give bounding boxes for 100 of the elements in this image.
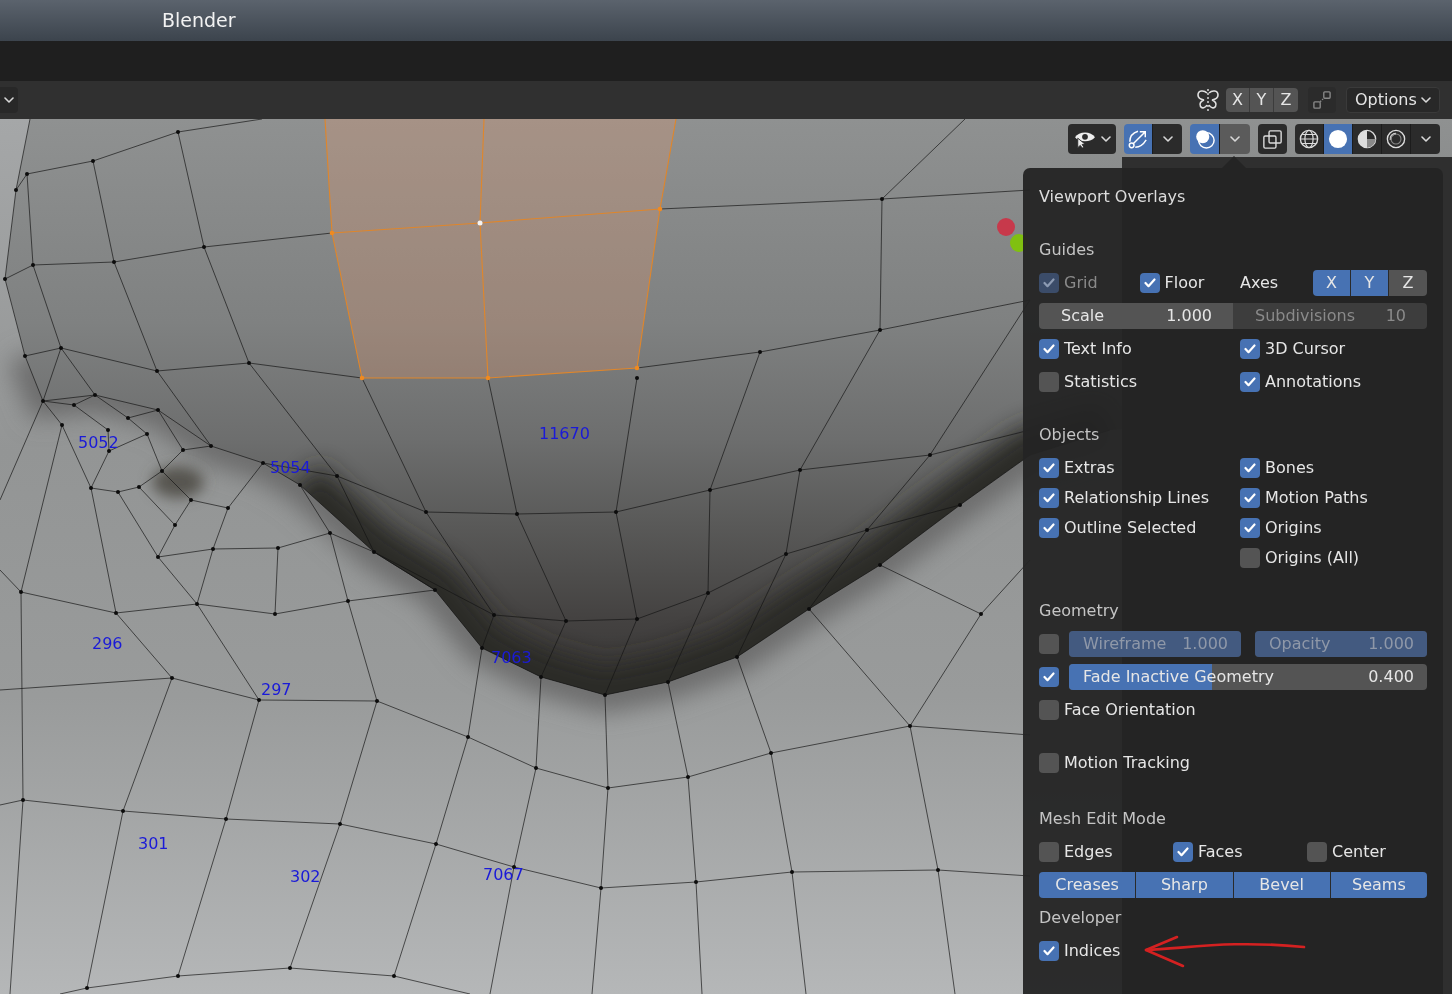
number-field[interactable]: Scale 1.000: [1039, 303, 1233, 329]
slider-value: 1.000: [1182, 633, 1228, 655]
checkbox[interactable]: [1039, 339, 1059, 359]
checkbox[interactable]: [1307, 842, 1327, 862]
toggle-button[interactable]: Sharp: [1136, 872, 1234, 898]
axis-toggle[interactable]: Z: [1389, 270, 1427, 296]
options-dropdown[interactable]: Options: [1346, 87, 1440, 113]
visibility-dropdown[interactable]: [1068, 124, 1116, 154]
slider-value: 1.000: [1368, 633, 1414, 655]
dropdown-button[interactable]: [1411, 124, 1440, 154]
checkbox[interactable]: [1039, 700, 1059, 720]
index-label: 5054: [270, 459, 311, 477]
checkbox[interactable]: [1039, 842, 1059, 862]
butterfly-icon[interactable]: [1196, 89, 1220, 111]
checkmark-icon: [1043, 946, 1055, 956]
ring-sphere-icon: [1386, 129, 1406, 149]
slider-label: Wireframe: [1083, 633, 1167, 655]
field-value: 10: [1385, 305, 1406, 327]
checkbox[interactable]: [1240, 458, 1260, 478]
toggle-button[interactable]: [1308, 87, 1336, 113]
shading-button[interactable]: [1324, 124, 1353, 154]
arrow-circle-icon: [1128, 129, 1148, 149]
checkbox-label[interactable]: Face Orientation: [1064, 700, 1196, 720]
checkbox-label[interactable]: Statistics: [1064, 372, 1138, 392]
wireframe-sphere-icon: [1299, 129, 1319, 149]
index-label: 297: [261, 681, 292, 699]
checkbox-label[interactable]: Floor: [1164, 273, 1205, 293]
half-shaded-sphere-icon: [1357, 129, 1377, 149]
caret-icon: [1162, 136, 1173, 142]
popup-title: Viewport Overlays: [1039, 187, 1186, 207]
dropdown-button[interactable]: [0, 87, 18, 113]
gizmo-toggle[interactable]: [1124, 124, 1153, 154]
checkbox[interactable]: [1039, 941, 1059, 961]
axis-toggle[interactable]: X: [1313, 270, 1351, 296]
checkbox-label[interactable]: Extras: [1064, 458, 1115, 478]
toggle-button[interactable]: Creases: [1039, 872, 1137, 898]
checkmark-icon: [1043, 463, 1055, 473]
checkbox[interactable]: [1139, 273, 1160, 293]
checkbox[interactable]: [1240, 548, 1260, 568]
caret-icon: [1420, 136, 1431, 142]
toggle-button[interactable]: Seams: [1330, 872, 1427, 898]
checkbox-label[interactable]: Relationship Lines: [1064, 488, 1209, 508]
checkbox[interactable]: [1173, 842, 1193, 862]
checkbox[interactable]: [1240, 518, 1260, 538]
caret-icon: [1100, 136, 1111, 142]
checkmark-icon: [1043, 672, 1055, 682]
checkbox[interactable]: [1240, 339, 1260, 359]
window-title: Blender: [162, 9, 236, 31]
axis-toggle[interactable]: Z: [1274, 88, 1298, 112]
checkmark-icon: [1244, 377, 1256, 387]
checkbox-label[interactable]: Indices: [1064, 941, 1121, 961]
checkbox[interactable]: [1240, 488, 1260, 508]
axes-label: Axes: [1240, 272, 1280, 294]
checkbox-label[interactable]: Annotations: [1265, 372, 1362, 392]
checkbox[interactable]: [1039, 488, 1059, 508]
index-label: 296: [92, 635, 123, 653]
caret-icon: [1230, 136, 1240, 142]
checkbox-label[interactable]: Motion Paths: [1265, 488, 1368, 508]
index-label: 11670: [539, 425, 590, 443]
shading-button[interactable]: [1353, 124, 1382, 154]
slider-value: 0.400: [1368, 666, 1414, 688]
section-heading: Mesh Edit Mode: [1039, 809, 1166, 829]
checkbox[interactable]: [1039, 753, 1059, 773]
caret-icon: [4, 97, 14, 103]
section-heading: Objects: [1039, 425, 1100, 445]
overlays-toggle[interactable]: [1190, 124, 1220, 154]
checkbox-label[interactable]: Origins: [1265, 518, 1322, 538]
checkbox[interactable]: [1039, 518, 1059, 538]
checkbox-label[interactable]: Bones: [1265, 458, 1315, 478]
solid-sphere-icon: [1328, 129, 1348, 149]
checkbox-label[interactable]: Center: [1332, 842, 1386, 862]
axis-ball-icon: [997, 218, 1015, 236]
checkbox-label[interactable]: Faces: [1198, 842, 1243, 862]
checkbox[interactable]: [1039, 458, 1059, 478]
index-label: 301: [138, 835, 169, 853]
checkmark-icon: [1143, 278, 1156, 288]
overlapping-circles-icon: [1194, 129, 1215, 149]
checkbox-label[interactable]: 3D Cursor: [1265, 339, 1346, 359]
axis-toggle[interactable]: X: [1226, 88, 1250, 112]
checkbox[interactable]: [1039, 372, 1059, 392]
shading-button[interactable]: [1382, 124, 1411, 154]
checkbox[interactable]: [1039, 667, 1059, 687]
checkbox-label[interactable]: Origins (All): [1265, 548, 1360, 568]
checkbox-label[interactable]: Motion Tracking: [1064, 753, 1190, 773]
checkbox-label[interactable]: Outline Selected: [1064, 518, 1197, 538]
caret-icon: [1421, 97, 1431, 103]
checkbox[interactable]: [1240, 372, 1260, 392]
checkbox-label[interactable]: Edges: [1064, 842, 1113, 862]
diagonal-squares-icon: [1313, 91, 1331, 109]
shading-button[interactable]: [1295, 124, 1324, 154]
xray-toggle[interactable]: [1258, 124, 1287, 154]
axis-toggle[interactable]: Y: [1351, 270, 1389, 296]
axis-toggle[interactable]: Y: [1250, 88, 1274, 112]
dropdown-button[interactable]: [1153, 124, 1182, 154]
checkmark-icon: [1244, 493, 1256, 503]
index-label: 7063: [491, 649, 532, 667]
toggle-button[interactable]: Bevel: [1233, 872, 1331, 898]
checkbox-label[interactable]: Text Info: [1064, 339, 1132, 359]
section-heading: Guides: [1039, 240, 1095, 260]
checkbox[interactable]: [1039, 634, 1059, 654]
